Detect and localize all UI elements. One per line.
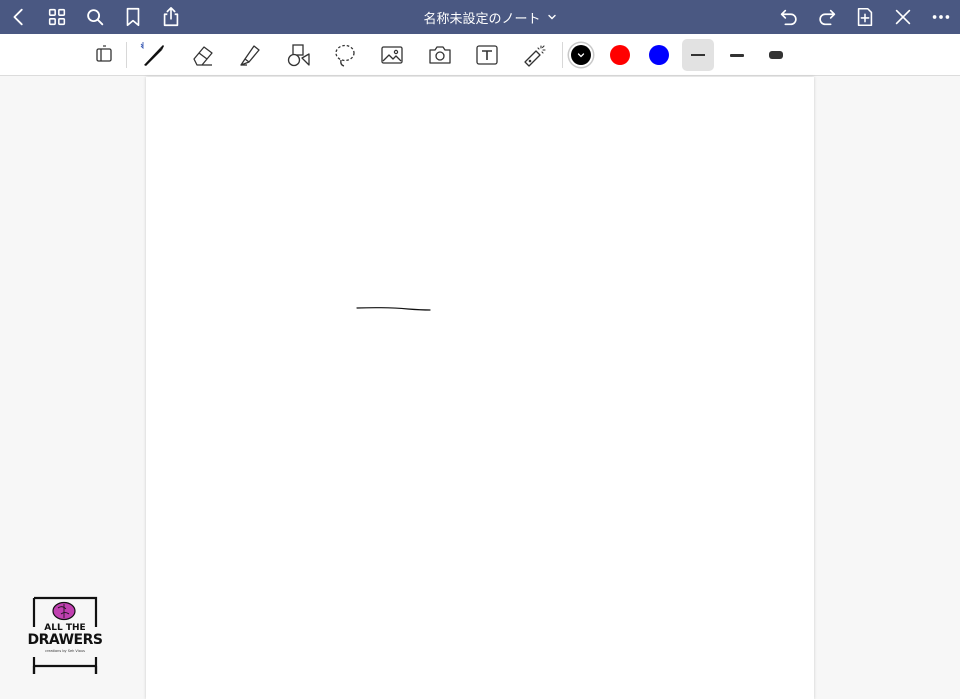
highlighter-tool-button[interactable]	[234, 39, 266, 71]
more-icon	[932, 15, 950, 19]
undo-button[interactable]	[775, 3, 803, 31]
eraser-icon	[193, 46, 213, 66]
logo-line-2: DRAWERS	[27, 632, 103, 648]
color-swatch-black[interactable]	[571, 45, 591, 65]
pen-tool-button[interactable]	[137, 39, 169, 71]
lasso-icon	[335, 44, 355, 67]
workspace	[0, 77, 960, 699]
all-the-drawers-logo: ALL THE DRAWERS creations by Seh Vious	[26, 596, 104, 678]
pen-icon	[140, 42, 164, 66]
tool-bar	[0, 34, 960, 76]
add-page-button[interactable]	[851, 3, 879, 31]
stroke-width-medium[interactable]	[721, 39, 753, 71]
textbox-icon	[476, 45, 498, 65]
textbox-tool-button[interactable]	[471, 39, 503, 71]
document-title-button[interactable]: 名称未設定のノート	[380, 0, 600, 34]
image-icon	[381, 46, 403, 64]
redo-icon	[819, 9, 836, 26]
color-swatch-blue[interactable]	[649, 45, 669, 65]
search-icon	[87, 9, 104, 26]
toolbar-divider	[562, 42, 563, 68]
share-button[interactable]	[157, 3, 185, 31]
close-icon	[895, 9, 911, 25]
camera-icon	[429, 46, 451, 64]
stroke-width-thin[interactable]	[682, 39, 714, 71]
logo-line-3: creations by Seh Vious	[45, 649, 85, 653]
close-button[interactable]	[889, 3, 917, 31]
lasso-tool-button[interactable]	[329, 39, 361, 71]
top-navigation-bar: 名称未設定のノート	[0, 0, 960, 34]
thumbnails-button[interactable]	[43, 3, 71, 31]
read-mode-button[interactable]	[88, 39, 120, 71]
stroke-width-medium-preview	[730, 53, 744, 57]
grid-icon	[48, 8, 66, 26]
search-button[interactable]	[81, 3, 109, 31]
stroke-width-thick-preview	[769, 51, 783, 59]
ink-stroke	[356, 307, 431, 311]
highlighter-icon	[240, 45, 260, 66]
undo-icon	[780, 9, 797, 26]
image-tool-button[interactable]	[376, 39, 408, 71]
redo-button[interactable]	[813, 3, 841, 31]
toolbar-divider	[126, 42, 127, 68]
document-title: 名称未設定のノート	[423, 11, 541, 27]
add-page-icon	[857, 7, 873, 27]
bookmark-icon	[126, 7, 140, 27]
laser-pointer-tool-button[interactable]	[519, 39, 551, 71]
back-button[interactable]	[5, 3, 33, 31]
color-swatch-red[interactable]	[610, 45, 630, 65]
stroke-width-thick[interactable]	[760, 39, 792, 71]
more-button[interactable]	[927, 3, 955, 31]
shapes-icon	[287, 44, 310, 67]
bookmark-button[interactable]	[119, 3, 147, 31]
eraser-tool-button[interactable]	[187, 39, 219, 71]
chevron-down-icon	[547, 14, 556, 20]
stroke-width-thin-preview	[691, 54, 705, 56]
read-mode-icon	[96, 45, 112, 62]
shapes-tool-button[interactable]	[282, 39, 314, 71]
share-icon	[163, 7, 179, 27]
note-page-canvas[interactable]	[146, 77, 814, 699]
chevron-down-icon	[577, 53, 585, 58]
laser-pointer-icon	[524, 45, 546, 67]
camera-tool-button[interactable]	[424, 39, 456, 71]
back-chevron-icon	[13, 8, 23, 26]
